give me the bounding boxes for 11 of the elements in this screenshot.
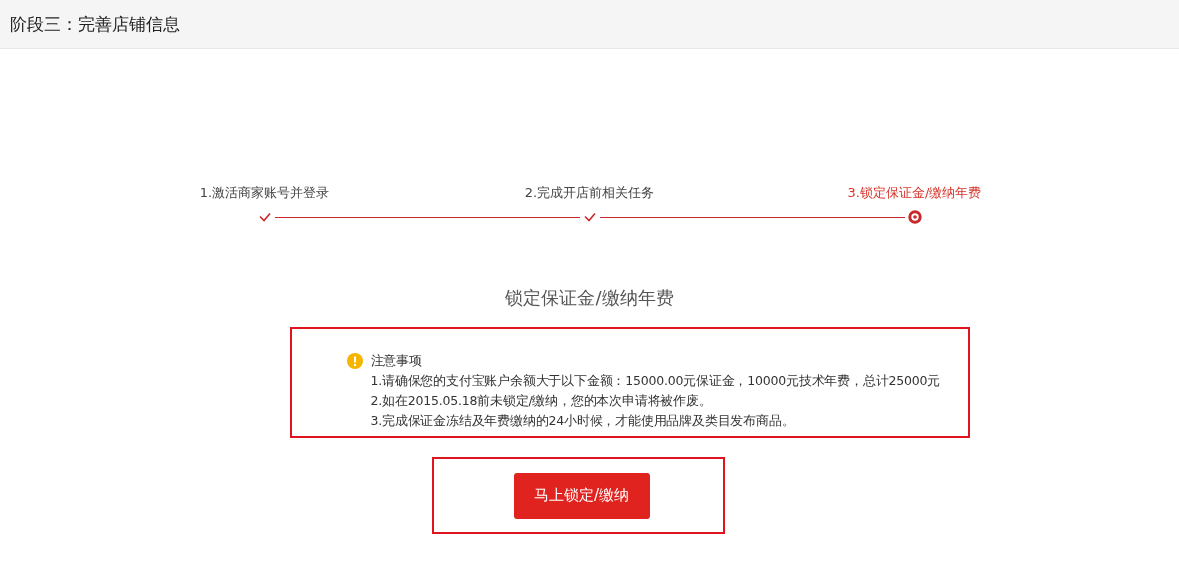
notice-title: 注意事项 xyxy=(370,352,423,370)
step-label: 2.完成开店前相关任务 xyxy=(524,185,655,200)
notice-item: 1.请确保您的支付宝账户余额大于以下金额：15000.00元保证金，10000元技术年费，总计25000元 xyxy=(370,372,940,390)
page-title: 阶段三：完善店铺信息 xyxy=(10,12,180,36)
notice-item: 3.完成保证金冻结及年费缴纳的24小时候，才能使用品牌及类目发布商品。 xyxy=(370,412,796,430)
section-title: 锁定保证金/缴纳年费 xyxy=(504,286,675,310)
step-label: 1.激活商家账号并登录 xyxy=(199,185,330,200)
lock-pay-button[interactable]: 马上锁定/缴纳 xyxy=(513,472,650,519)
warning-icon xyxy=(346,353,363,369)
notice-item: 2.如在2015.05.18前未锁定/缴纳，您的本次申请将被作废。 xyxy=(370,392,713,410)
step-label: 3.锁定保证金/缴纳年费 xyxy=(847,185,982,200)
